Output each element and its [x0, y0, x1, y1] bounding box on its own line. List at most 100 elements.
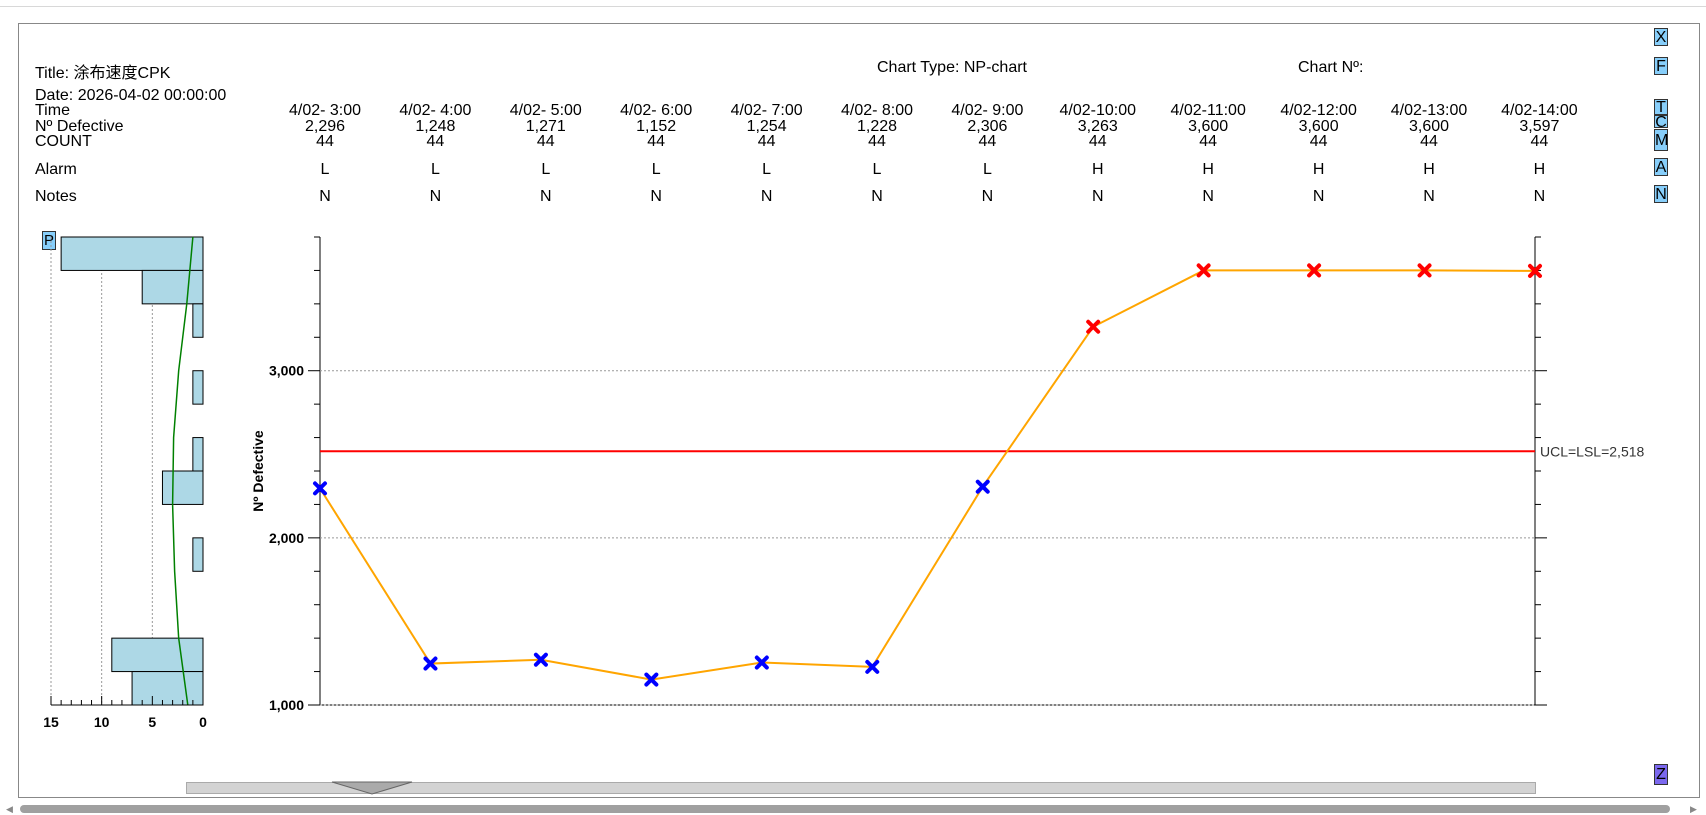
f-button[interactable]: F — [1654, 57, 1668, 75]
n-button[interactable]: N — [1654, 185, 1668, 203]
c-button[interactable]: C — [1654, 115, 1668, 128]
alarm-cell: H — [1092, 161, 1104, 178]
count-cell: 44 — [1199, 133, 1218, 150]
horizontal-scrollbar[interactable] — [20, 805, 1670, 813]
time-cell: 4/02- 9:00 — [951, 102, 1024, 119]
row-label-time: Time — [35, 102, 70, 119]
count-cell: 44 — [1420, 133, 1438, 150]
notes-cell: N — [981, 188, 994, 205]
y-axis-label: Nº Defective — [250, 430, 266, 512]
alarm-cell: L — [320, 161, 330, 178]
window-top-border — [0, 6, 1706, 7]
hist-bar — [111, 637, 204, 673]
count-cell: 44 — [647, 133, 666, 150]
hist-bar — [131, 671, 204, 706]
count-cell: 44 — [868, 133, 886, 150]
hist-bar — [192, 303, 204, 338]
notes-cell: N — [1533, 188, 1546, 205]
defective-cell: 1,254 — [746, 118, 787, 135]
alarm-cell: L — [541, 161, 551, 178]
hist-tick-label: 15 — [43, 714, 59, 730]
data-point — [1086, 319, 1101, 334]
notes-cell: N — [319, 188, 331, 205]
time-cell: 4/02-14:00 — [1501, 102, 1578, 119]
hist-bar — [192, 370, 204, 405]
chart-number: Chart Nº: — [1298, 59, 1364, 76]
notes-cell: N — [1312, 188, 1325, 205]
histogram: 15 10 5 0 — [43, 236, 207, 730]
count-cell: 44 — [316, 133, 334, 150]
defective-cell: 1,228 — [856, 118, 898, 135]
scroll-right-arrow[interactable]: ▶ — [1690, 804, 1697, 815]
defective-cell: 3,600 — [1188, 118, 1229, 135]
x-button[interactable]: X — [1654, 28, 1668, 46]
alarm-cell: H — [1423, 161, 1435, 178]
defective-cell: 2,296 — [304, 118, 346, 135]
defective-cell: 1,248 — [415, 118, 456, 135]
y-tick-label: 2,000 — [269, 530, 304, 546]
count-cell: 44 — [978, 133, 997, 150]
defective-cell: 1,152 — [636, 118, 677, 135]
chart-title: Title: 涂布速度CPK — [35, 65, 171, 82]
hist-tick-label: 10 — [94, 714, 110, 730]
time-cell: 4/02- 4:00 — [399, 102, 472, 119]
hist-bar — [192, 537, 204, 572]
hist-bar — [161, 470, 204, 505]
hist-tick-label: 5 — [148, 714, 156, 730]
hist-tick-label: 0 — [199, 714, 207, 730]
time-cell: 4/02- 7:00 — [730, 102, 803, 119]
chart-type: Chart Type: NP-chart — [877, 59, 1027, 76]
hist-bar — [192, 437, 204, 472]
row-label-notes: Notes — [35, 188, 77, 205]
a-button[interactable]: A — [1654, 158, 1668, 176]
time-cell: 4/02- 6:00 — [620, 102, 693, 119]
notes-cell: N — [1092, 188, 1104, 205]
defective-cell: 3,600 — [1408, 118, 1450, 135]
alarm-cell: L — [982, 161, 992, 178]
data-point — [975, 479, 990, 494]
alarm-cell: H — [1312, 161, 1325, 178]
notes-cell: N — [540, 188, 552, 205]
alarm-cell: L — [651, 161, 661, 178]
notes-cell: N — [871, 188, 883, 205]
alarm-cell: H — [1533, 161, 1546, 178]
t-button[interactable]: T — [1654, 99, 1668, 115]
time-cell: 4/02-12:00 — [1280, 102, 1357, 119]
series-line — [319, 269, 1536, 681]
np-chart: 1,000 2,000 3,000 Nº Defective UCL=LSL=2,518 — [250, 236, 1645, 713]
time-cell: 4/02- 5:00 — [509, 102, 582, 119]
notes-cell: N — [429, 188, 442, 205]
time-cell: 4/02-10:00 — [1059, 102, 1137, 119]
alarm-cell: H — [1202, 161, 1214, 178]
time-cell: 4/02-13:00 — [1390, 102, 1468, 119]
scroll-left-arrow[interactable]: ◀ — [6, 804, 13, 815]
hist-bar — [60, 236, 204, 271]
time-cell: 4/02- 8:00 — [840, 102, 914, 119]
alarm-cell: L — [872, 161, 882, 178]
count-cell: 44 — [1530, 133, 1549, 150]
count-cell: 44 — [426, 133, 445, 150]
defective-cell: 2,306 — [967, 118, 1008, 135]
notes-cell: N — [1202, 188, 1214, 205]
notes-cell: N — [1423, 188, 1435, 205]
notes-cell: N — [760, 188, 773, 205]
control-limit-label: UCL=LSL=2,518 — [1540, 443, 1645, 459]
time-cell: 4/02-11:00 — [1170, 102, 1246, 119]
defective-cell: 3,600 — [1298, 118, 1339, 135]
notes-cell: N — [650, 188, 662, 205]
scroll-thumb-arrow[interactable] — [330, 781, 414, 795]
z-button[interactable]: Z — [1654, 764, 1668, 785]
count-cell: 44 — [536, 133, 555, 150]
time-cell: 4/02- 3:00 — [288, 102, 362, 119]
hist-bar — [141, 269, 204, 305]
count-cell: 44 — [1088, 133, 1107, 150]
row-label-defective: Nº Defective — [35, 118, 124, 135]
defective-cell: 3,263 — [1077, 118, 1118, 135]
alarm-cell: L — [762, 161, 772, 178]
m-button[interactable]: M — [1654, 129, 1668, 151]
defective-cell: 3,597 — [1519, 118, 1560, 135]
alarm-cell: L — [430, 161, 440, 178]
y-tick-label: 1,000 — [269, 697, 304, 713]
row-label-alarm: Alarm — [35, 161, 77, 178]
count-cell: 44 — [1309, 133, 1328, 150]
